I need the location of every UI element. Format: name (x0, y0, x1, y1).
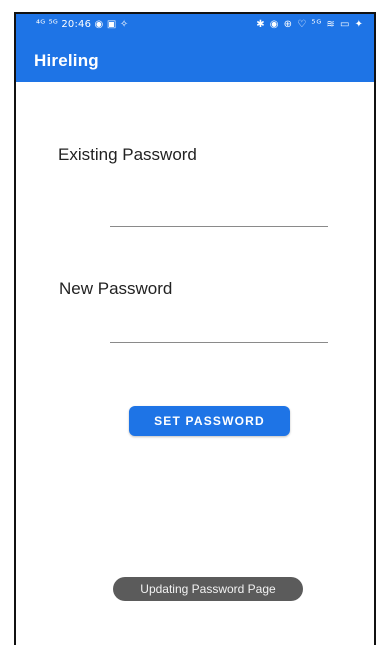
toast-message: Updating Password Page (113, 577, 303, 601)
new-password-label: New Password (59, 279, 173, 298)
existing-password-label: Existing Password (58, 145, 197, 164)
app-title: Hireling (34, 51, 99, 70)
status-bar-left: ⁴ᴳ ⁵ᴳ 20:46 ◉ ▣ ✧ (36, 19, 129, 30)
new-password-input[interactable] (110, 318, 328, 343)
status-bar: ⁴ᴳ ⁵ᴳ 20:46 ◉ ▣ ✧ ✱ ◉ ⊕ ♡ ⁵ᴳ ≋ ▭ ✦ (16, 14, 374, 36)
status-bar-right: ✱ ◉ ⊕ ♡ ⁵ᴳ ≋ ▭ ✦ (256, 19, 364, 30)
app-bar: ⁴ᴳ ⁵ᴳ 20:46 ◉ ▣ ✧ ✱ ◉ ⊕ ♡ ⁵ᴳ ≋ ▭ ✦ Hirel… (16, 14, 374, 82)
existing-password-input[interactable] (110, 202, 328, 227)
set-password-button[interactable]: SET PASSWORD (129, 406, 290, 436)
phone-screen: ⁴ᴳ ⁵ᴳ 20:46 ◉ ▣ ✧ ✱ ◉ ⊕ ♡ ⁵ᴳ ≋ ▭ ✦ Hirel… (14, 12, 376, 645)
